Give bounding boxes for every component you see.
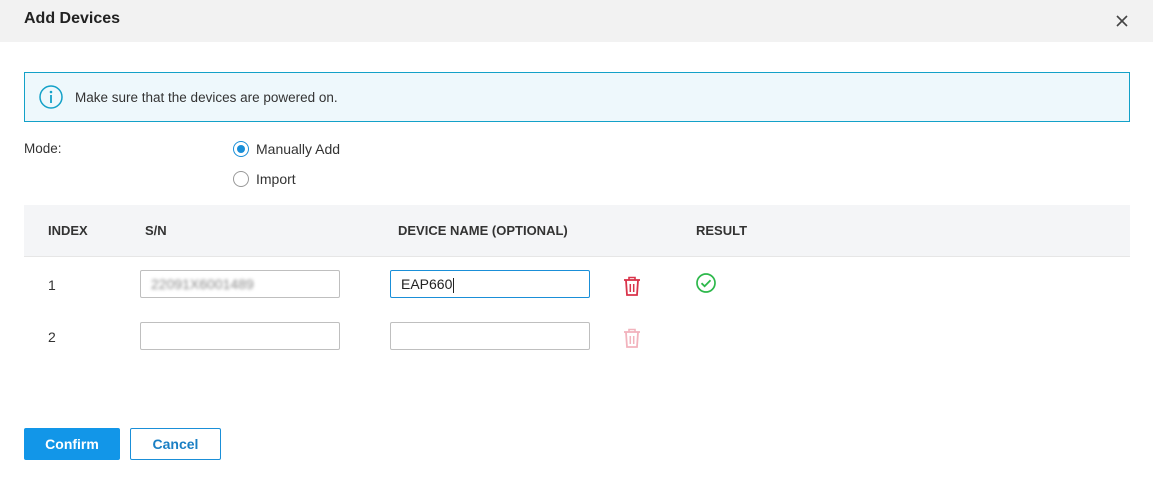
- radio-manually-add[interactable]: Manually Add: [233, 139, 340, 159]
- device-name-value: EAP660: [401, 276, 453, 292]
- info-message: Make sure that the devices are powered o…: [75, 90, 338, 105]
- check-circle-icon: [695, 272, 717, 294]
- device-name-input[interactable]: [390, 322, 590, 350]
- dialog-header: Add Devices: [0, 0, 1153, 42]
- confirm-button[interactable]: Confirm: [24, 428, 120, 460]
- info-banner: Make sure that the devices are powered o…: [24, 72, 1130, 122]
- column-header-result: RESULT: [696, 223, 748, 238]
- mode-label: Mode:: [24, 141, 62, 156]
- info-icon: [38, 84, 64, 110]
- radio-import[interactable]: Import: [233, 169, 296, 189]
- table-header: INDEX S/N DEVICE NAME (OPTIONAL) RESULT: [24, 205, 1130, 257]
- radio-checked-icon[interactable]: [233, 141, 249, 157]
- trash-icon[interactable]: [622, 327, 642, 349]
- row-index: 2: [48, 329, 56, 345]
- radio-unchecked-icon[interactable]: [233, 171, 249, 187]
- close-icon[interactable]: [1110, 9, 1134, 33]
- device-name-input[interactable]: EAP660: [390, 270, 590, 298]
- radio-label-manually-add: Manually Add: [256, 141, 341, 157]
- sn-input[interactable]: [140, 322, 340, 350]
- column-header-sn: S/N: [145, 223, 167, 238]
- text-cursor: [453, 277, 455, 293]
- trash-icon[interactable]: [622, 275, 642, 297]
- sn-value: 22091X6001489: [151, 276, 254, 292]
- sn-input[interactable]: 22091X6001489: [140, 270, 340, 298]
- column-header-device-name: DEVICE NAME (OPTIONAL): [398, 223, 568, 238]
- radio-label-import: Import: [256, 171, 296, 187]
- column-header-index: INDEX: [48, 223, 88, 238]
- dialog-title: Add Devices: [24, 10, 121, 27]
- row-index: 1: [48, 277, 56, 293]
- cancel-button[interactable]: Cancel: [130, 428, 221, 460]
